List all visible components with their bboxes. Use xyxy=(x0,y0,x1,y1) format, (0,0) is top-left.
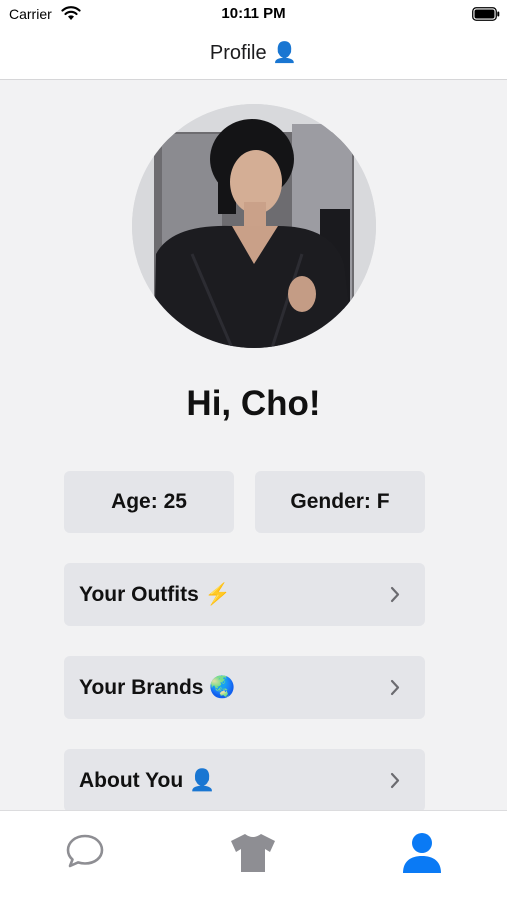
gender-label: Gender: F xyxy=(290,490,390,513)
status-bar: Carrier 10:11 PM xyxy=(0,0,507,28)
greeting-heading: Hi, Cho! xyxy=(186,384,321,423)
tab-chat[interactable] xyxy=(64,831,106,876)
profile-screen: Carrier 10:11 PM Profile 👤 Hi, Cho! Age:… xyxy=(0,0,507,900)
person-icon xyxy=(403,833,441,873)
age-label: Age: 25 xyxy=(111,490,187,513)
avatar-photo xyxy=(132,104,376,348)
clock: 10:11 PM xyxy=(221,5,286,22)
menu-item-label: Your Outfits ⚡️ xyxy=(79,583,231,606)
battery-icon xyxy=(472,7,500,21)
chevron-right-icon xyxy=(390,586,400,603)
chevron-right-icon xyxy=(390,679,400,696)
gender-card: Gender: F xyxy=(255,471,425,533)
age-card: Age: 25 xyxy=(64,471,234,533)
page-title: Profile 👤 xyxy=(209,42,298,64)
menu-item-your-outfits[interactable]: Your Outfits ⚡️ xyxy=(64,563,425,626)
tab-bar xyxy=(0,810,507,900)
tab-profile[interactable] xyxy=(401,831,443,880)
menu-item-your-brands[interactable]: Your Brands 🌏 xyxy=(64,656,425,719)
menu-item-label: Your Brands 🌏 xyxy=(79,676,236,699)
chat-bubble-icon xyxy=(66,834,104,868)
shirt-icon xyxy=(231,834,275,872)
menu-item-about-you[interactable]: About You 👤 xyxy=(64,749,425,812)
tab-outfits[interactable] xyxy=(229,831,277,878)
chevron-right-icon xyxy=(390,772,400,789)
profile-avatar xyxy=(132,104,376,348)
menu-item-label: About You 👤 xyxy=(79,769,216,792)
navigation-bar: Profile 👤 xyxy=(0,28,507,80)
